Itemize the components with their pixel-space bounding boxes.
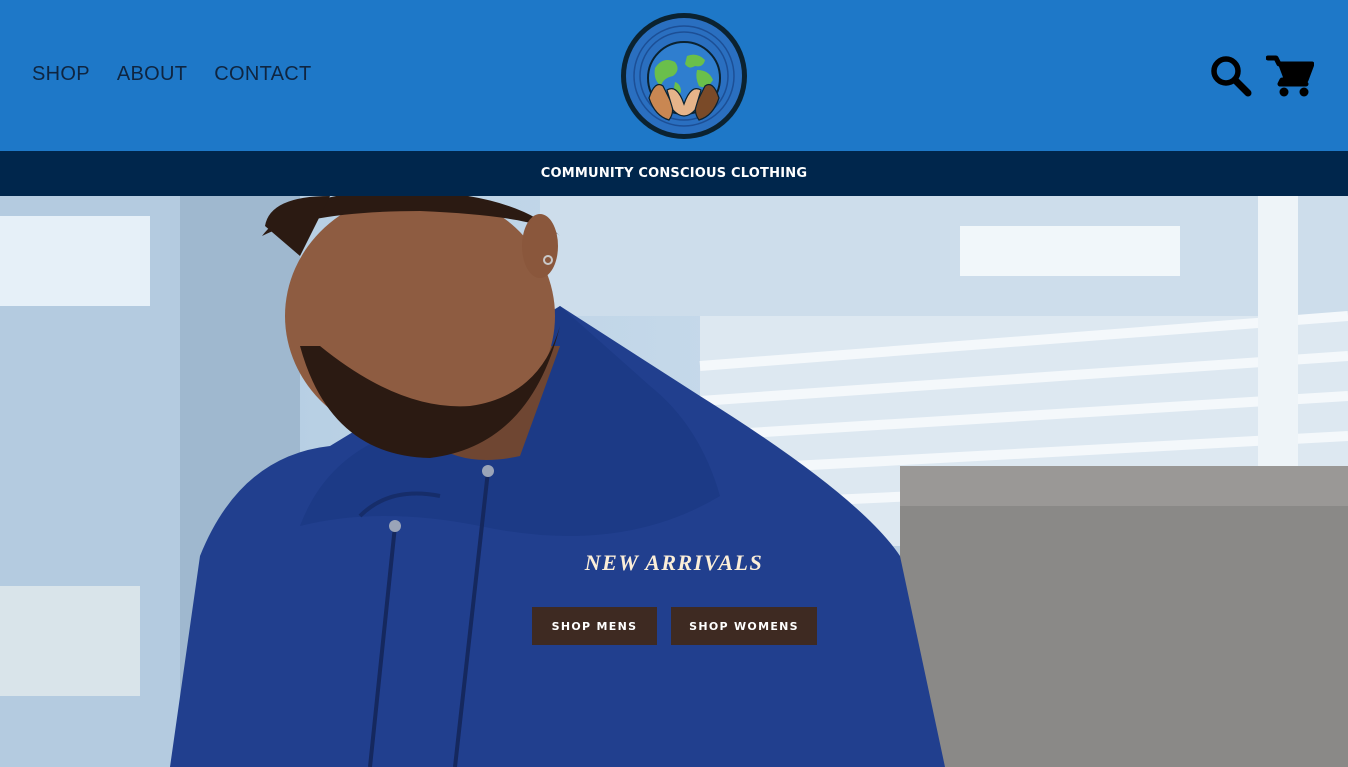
cart-icon[interactable] <box>1265 54 1315 98</box>
announcement-banner: COMMUNITY CONSCIOUS CLOTHING <box>0 151 1348 196</box>
main-nav: SHOP ABOUT CONTACT <box>32 63 339 86</box>
nav-shop-link[interactable]: SHOP <box>32 63 90 86</box>
nav-contact-link[interactable]: CONTACT <box>214 63 311 86</box>
shop-mens-button[interactable]: SHOP MENS <box>532 607 657 645</box>
hero-image <box>0 196 1348 767</box>
site-header: SHOP ABOUT CONTACT <box>0 0 1348 151</box>
site-logo[interactable] <box>619 12 749 140</box>
search-icon[interactable] <box>1210 55 1252 97</box>
hero-buttons: SHOP MENS SHOP WOMENS <box>532 607 817 645</box>
nav-about-link[interactable]: ABOUT <box>117 63 187 86</box>
banner-text: COMMUNITY CONSCIOUS CLOTHING <box>540 166 808 181</box>
hero-title: NEW ARRIVALS <box>584 550 764 575</box>
hero-section: NEW ARRIVALS SHOP MENS SHOP WOMENS <box>0 196 1348 767</box>
shop-womens-button[interactable]: SHOP WOMENS <box>671 607 817 645</box>
